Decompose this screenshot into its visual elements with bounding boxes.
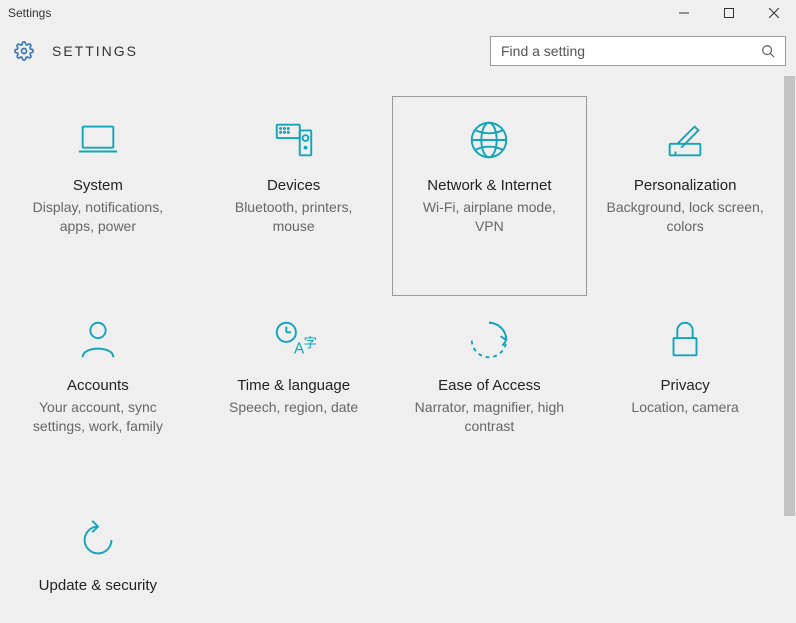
tile-update-security[interactable]: Update & security bbox=[0, 496, 196, 623]
tile-devices[interactable]: Devices Bluetooth, printers, mouse bbox=[196, 96, 392, 296]
tiles-scroll-area: System Display, notifications, apps, powe… bbox=[0, 76, 783, 623]
person-icon bbox=[75, 317, 121, 363]
tile-desc: Bluetooth, printers, mouse bbox=[214, 198, 374, 236]
header: SETTINGS bbox=[0, 26, 796, 76]
tile-desc: Display, notifications, apps, power bbox=[18, 198, 178, 236]
tile-title: Personalization bbox=[634, 177, 737, 194]
titlebar: Settings bbox=[0, 0, 796, 26]
tiles-grid: System Display, notifications, apps, powe… bbox=[0, 76, 783, 623]
tile-desc: Your account, sync settings, work, famil… bbox=[18, 398, 178, 436]
tile-title: Ease of Access bbox=[438, 377, 541, 394]
tile-title: Privacy bbox=[661, 377, 710, 394]
maximize-button[interactable] bbox=[706, 0, 751, 26]
page-title: SETTINGS bbox=[52, 43, 138, 59]
refresh-icon bbox=[75, 517, 121, 563]
tile-personalization[interactable]: Personalization Background, lock screen, … bbox=[587, 96, 783, 296]
tile-title: Accounts bbox=[67, 377, 129, 394]
lock-icon bbox=[662, 317, 708, 363]
timelang-icon: A字 bbox=[271, 317, 317, 363]
window-title: Settings bbox=[8, 6, 51, 20]
globe-icon bbox=[466, 117, 512, 163]
tile-system[interactable]: System Display, notifications, apps, powe… bbox=[0, 96, 196, 296]
search-box[interactable] bbox=[490, 36, 786, 66]
minimize-button[interactable] bbox=[661, 0, 706, 26]
window-controls bbox=[661, 0, 796, 26]
tile-time-language[interactable]: A字 Time & language Speech, region, date bbox=[196, 296, 392, 496]
tile-desc: Location, camera bbox=[631, 398, 738, 417]
search-input[interactable] bbox=[501, 43, 761, 59]
tile-title: Network & Internet bbox=[427, 177, 551, 194]
tile-privacy[interactable]: Privacy Location, camera bbox=[587, 296, 783, 496]
tile-desc: Background, lock screen, colors bbox=[605, 198, 765, 236]
pen-icon bbox=[662, 117, 708, 163]
scrollbar-thumb[interactable] bbox=[784, 76, 795, 516]
tile-title: System bbox=[73, 177, 123, 194]
laptop-icon bbox=[75, 117, 121, 163]
close-button[interactable] bbox=[751, 0, 796, 26]
ease-icon bbox=[466, 317, 512, 363]
tile-desc: Speech, region, date bbox=[229, 398, 358, 417]
tile-desc: Narrator, magnifier, high contrast bbox=[409, 398, 569, 436]
tile-title: Update & security bbox=[39, 577, 157, 594]
tile-network-internet[interactable]: Network & Internet Wi-Fi, airplane mode, … bbox=[392, 96, 588, 296]
devices-icon bbox=[271, 117, 317, 163]
scrollbar[interactable] bbox=[783, 76, 796, 623]
svg-text:字: 字 bbox=[303, 336, 316, 351]
tile-accounts[interactable]: Accounts Your account, sync settings, wor… bbox=[0, 296, 196, 496]
gear-icon bbox=[14, 41, 34, 61]
tile-title: Devices bbox=[267, 177, 320, 194]
tile-title: Time & language bbox=[237, 377, 350, 394]
search-icon bbox=[761, 44, 775, 58]
tile-ease-of-access[interactable]: Ease of Access Narrator, magnifier, high … bbox=[392, 296, 588, 496]
tile-desc: Wi-Fi, airplane mode, VPN bbox=[409, 198, 569, 236]
